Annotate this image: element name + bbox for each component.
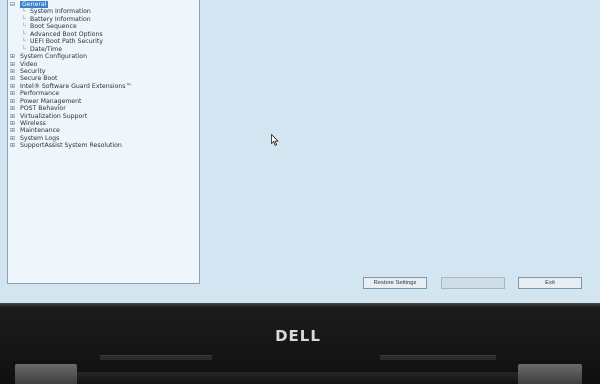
tree-branch-icon: └ bbox=[22, 38, 26, 46]
tree-subitem[interactable]: └ Date/Time bbox=[8, 46, 199, 53]
collapse-icon[interactable]: ⊟ bbox=[10, 1, 18, 8]
tree-branch-icon: └ bbox=[22, 23, 26, 31]
tree-category[interactable]: ⊞ Maintenance bbox=[8, 127, 199, 134]
tree-item-label: Advanced Boot Options bbox=[30, 30, 103, 38]
tree-item-label: Boot Sequence bbox=[30, 23, 77, 31]
dell-logo: DELL bbox=[275, 327, 321, 345]
expand-icon[interactable]: ⊞ bbox=[10, 68, 18, 75]
mouse-pointer-icon bbox=[271, 134, 279, 146]
expand-icon[interactable]: ⊞ bbox=[10, 135, 18, 142]
tree-item-label: Wireless bbox=[20, 120, 46, 127]
hinge-left bbox=[15, 364, 77, 384]
expand-icon[interactable]: ⊞ bbox=[10, 120, 18, 127]
settings-tree-panel: ⊟ General └ System Information └ Battery Info… bbox=[7, 0, 200, 284]
tree-item-label: Power Management bbox=[20, 97, 82, 105]
tree-category[interactable]: ⊞ Virtualization Support bbox=[8, 113, 199, 120]
tree-category[interactable]: ⊞ Power Management bbox=[8, 98, 199, 105]
settings-tree: ⊟ General └ System Information └ Battery Info… bbox=[8, 1, 199, 150]
expand-icon[interactable]: ⊞ bbox=[10, 53, 18, 60]
tree-item-label: POST Behavior bbox=[20, 105, 66, 113]
expand-icon[interactable]: ⊞ bbox=[10, 90, 18, 97]
tree-item-label: Date/Time bbox=[30, 45, 63, 53]
tree-item-label: SupportAssist System Resolution bbox=[20, 142, 122, 150]
tree-category[interactable]: ⊟ General bbox=[8, 1, 199, 8]
apply-button[interactable] bbox=[441, 277, 505, 289]
tree-item-label: Video bbox=[20, 60, 38, 68]
tree-branch-icon: └ bbox=[22, 8, 26, 16]
tree-category[interactable]: ⊞ Wireless bbox=[8, 120, 199, 127]
exit-button[interactable]: Exit bbox=[518, 277, 582, 289]
tree-item-label: Battery Information bbox=[30, 15, 91, 23]
tree-item-label: System Logs bbox=[20, 134, 60, 142]
tree-item-label: Performance bbox=[20, 90, 60, 98]
speaker-grille-left bbox=[100, 355, 212, 360]
bios-screen: ⊟ General └ System Information └ Battery Info… bbox=[0, 0, 600, 303]
tree-item-label: UEFI Boot Path Security bbox=[30, 38, 103, 46]
tree-subitem[interactable]: └ Advanced Boot Options bbox=[8, 31, 199, 38]
tree-item-label: Maintenance bbox=[20, 127, 60, 135]
hinge-right bbox=[518, 364, 582, 384]
bezel-edge bbox=[0, 303, 600, 307]
expand-icon[interactable]: ⊞ bbox=[10, 127, 18, 134]
tree-category[interactable]: ⊞ POST Behavior bbox=[8, 105, 199, 112]
restore-settings-button[interactable]: Restore Settings bbox=[363, 277, 427, 289]
tree-category[interactable]: ⊞ Security bbox=[8, 68, 199, 75]
tree-category[interactable]: ⊞ Performance bbox=[8, 90, 199, 97]
expand-icon[interactable]: ⊞ bbox=[10, 142, 18, 149]
tree-subitem[interactable]: └ UEFI Boot Path Security bbox=[8, 38, 199, 45]
tree-subitem[interactable]: └ Boot Sequence bbox=[8, 23, 199, 30]
tree-item-label: Secure Boot bbox=[20, 75, 58, 83]
tree-category[interactable]: ⊞ Secure Boot bbox=[8, 75, 199, 82]
tree-item-label: System Information bbox=[30, 8, 91, 16]
laptop-base bbox=[77, 372, 518, 384]
expand-icon[interactable]: ⊞ bbox=[10, 61, 18, 68]
tree-item-label: Security bbox=[20, 67, 46, 75]
expand-icon[interactable]: ⊞ bbox=[10, 83, 18, 90]
tree-category[interactable]: ⊞ Intel® Software Guard Extensions™ bbox=[8, 83, 199, 90]
expand-icon[interactable]: ⊞ bbox=[10, 75, 18, 82]
expand-icon[interactable]: ⊞ bbox=[10, 98, 18, 105]
tree-item-label: Intel® Software Guard Extensions™ bbox=[20, 82, 132, 90]
expand-icon[interactable]: ⊞ bbox=[10, 113, 18, 120]
expand-icon[interactable]: ⊞ bbox=[10, 105, 18, 112]
tree-item-label: System Configuration bbox=[20, 53, 88, 61]
tree-category[interactable]: ⊞ System Configuration bbox=[8, 53, 199, 60]
tree-subitem[interactable]: └ Battery Information bbox=[8, 16, 199, 23]
speaker-grille-right bbox=[380, 355, 496, 360]
tree-category[interactable]: ⊞ System Logs bbox=[8, 135, 199, 142]
tree-category[interactable]: ⊞ SupportAssist System Resolution bbox=[8, 142, 199, 149]
tree-category[interactable]: ⊞ Video bbox=[8, 61, 199, 68]
tree-subitem[interactable]: └ System Information bbox=[8, 8, 199, 15]
tree-branch-icon: └ bbox=[22, 45, 26, 53]
tree-item-label: General bbox=[20, 1, 49, 8]
tree-item-label: Virtualization Support bbox=[20, 112, 88, 120]
